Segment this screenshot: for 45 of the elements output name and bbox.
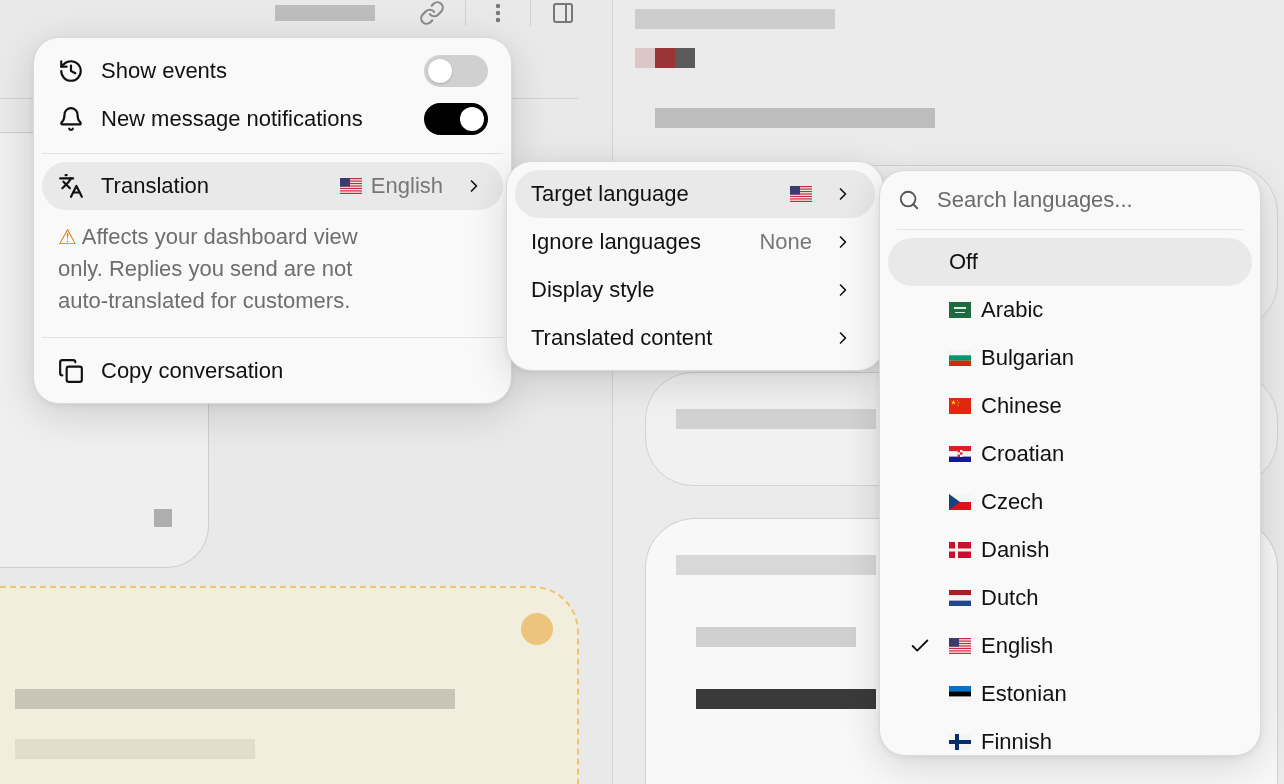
us-flag-icon xyxy=(949,638,971,654)
us-flag-icon xyxy=(790,186,812,202)
language-option[interactable]: Estonian xyxy=(888,670,1252,718)
language-option[interactable]: Off xyxy=(888,238,1252,286)
toggle-switch[interactable] xyxy=(424,55,488,87)
menu-item-value: English xyxy=(370,173,443,199)
search-field[interactable]: Search languages... xyxy=(937,187,1242,213)
menu-item[interactable]: Translated content xyxy=(515,314,875,362)
menu-item[interactable]: Translation English xyxy=(42,162,503,210)
saudi-arabia-flag-icon xyxy=(949,302,971,318)
language-option[interactable]: Croatian xyxy=(888,430,1252,478)
menu-item[interactable]: Target language xyxy=(515,170,875,218)
menu-item[interactable]: Ignore languages None xyxy=(515,218,875,266)
link-icon[interactable] xyxy=(419,0,445,26)
menu-item[interactable]: Display style xyxy=(515,266,875,314)
blurred-text xyxy=(154,509,172,527)
language-option[interactable]: Finnish xyxy=(888,718,1252,755)
blurred-text xyxy=(635,48,695,68)
czech-flag-icon xyxy=(949,494,971,510)
toggle-switch[interactable] xyxy=(424,103,488,135)
menu-item-label: New message notifications xyxy=(101,106,364,132)
dot-icon xyxy=(521,613,553,645)
language-option[interactable]: Dutch xyxy=(888,574,1252,622)
us-flag-icon xyxy=(339,178,362,194)
history-icon xyxy=(58,58,84,84)
menu-item-value: None xyxy=(759,229,812,255)
language-option[interactable]: Czech xyxy=(888,478,1252,526)
translate-icon xyxy=(58,173,84,199)
language-option[interactable]: Bulgarian xyxy=(888,334,1252,382)
finland-flag-icon xyxy=(949,734,971,750)
china-flag-icon xyxy=(949,398,971,414)
search-icon xyxy=(898,189,920,211)
bell-icon xyxy=(58,106,84,132)
side-panel-icon[interactable] xyxy=(551,1,575,25)
translation-note: ⚠ Affects your dashboard view only. Replies you send are not auto-translated for customers. xyxy=(58,223,359,315)
menu-item-label: Show events xyxy=(101,58,228,84)
language-option[interactable]: Chinese xyxy=(888,382,1252,430)
croatia-flag-icon xyxy=(949,446,971,462)
menu-item[interactable]: Copy conversation xyxy=(42,347,503,395)
denmark-flag-icon xyxy=(949,542,971,558)
copy-icon xyxy=(58,358,84,384)
language-option[interactable]: Arabic xyxy=(888,286,1252,334)
language-option[interactable]: Danish xyxy=(888,526,1252,574)
language-option[interactable]: English xyxy=(888,622,1252,670)
netherlands-flag-icon xyxy=(949,590,971,606)
